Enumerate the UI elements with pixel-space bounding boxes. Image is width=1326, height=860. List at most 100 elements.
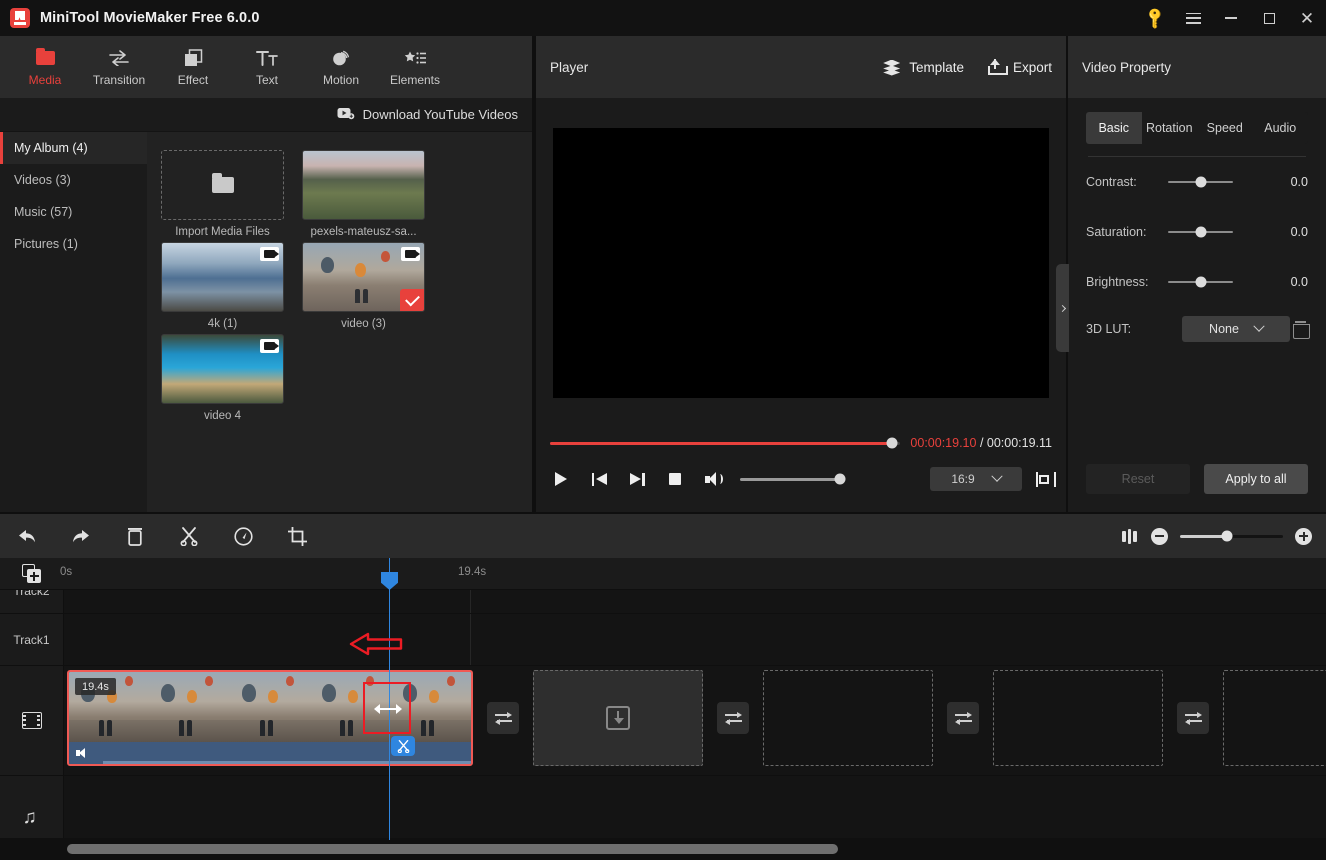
close-icon[interactable]: ✕ [1288,0,1326,36]
video-track-lane[interactable]: 19.4s [64,666,1326,775]
media-thumbnail[interactable] [161,242,284,312]
player-seekbar[interactable]: 00:00:19.10 / 00:00:19.11 [536,428,1066,458]
tab-speed[interactable]: Speed [1197,112,1253,144]
transition-slot-button[interactable] [947,702,979,734]
zoom-slider[interactable] [1180,535,1283,538]
sidebar-item-pictures[interactable]: Pictures (1) [0,228,147,260]
tab-transition[interactable]: Transition [82,36,156,98]
transition-slot-button[interactable] [717,702,749,734]
import-dropzone[interactable] [161,150,284,220]
panel-collapse-handle[interactable] [1056,264,1069,352]
track-row-track2[interactable]: Track2 [0,590,1326,614]
lut-select[interactable]: None [1182,316,1290,342]
tab-rotation[interactable]: Rotation [1142,112,1198,144]
import-media-tile[interactable]: Import Media Files [161,150,284,238]
undo-button[interactable] [0,514,54,558]
media-item-pexels[interactable]: pexels-mateusz-sa... [302,150,425,238]
track-row-video[interactable]: 19.4s [0,666,1326,776]
crop-button[interactable] [270,514,324,558]
play-button[interactable] [550,468,572,490]
add-track-button[interactable] [22,564,42,584]
volume-icon[interactable] [702,468,724,490]
track1-lane[interactable] [64,614,1326,665]
tab-speed-label: Speed [1207,121,1243,135]
media-placeholder-slot[interactable] [533,670,703,766]
track-row-track1[interactable]: Track1 [0,614,1326,666]
sidebar-item-my-album[interactable]: My Album (4) [0,132,147,164]
lut-delete-icon[interactable] [1293,321,1308,337]
reset-button[interactable]: Reset [1086,464,1190,494]
sidebar-item-label: My Album (4) [14,141,88,155]
export-button[interactable]: Export [988,59,1052,75]
media-placeholder-slot[interactable] [993,670,1163,766]
media-placeholder-slot[interactable] [763,670,933,766]
media-item-4k[interactable]: 4k (1) [161,242,284,330]
tab-basic[interactable]: Basic [1086,112,1142,144]
contrast-slider[interactable] [1168,181,1233,184]
split-marker-icon[interactable] [391,736,415,756]
media-placeholder-slot[interactable] [1223,670,1326,766]
maximize-icon[interactable] [1250,0,1288,36]
saturation-slider[interactable] [1168,231,1233,234]
transition-slot-button[interactable] [1177,702,1209,734]
media-thumbnail[interactable] [302,150,425,220]
sidebar-item-videos[interactable]: Videos (3) [0,164,147,196]
media-item-video3[interactable]: video (3) [302,242,425,330]
hamburger-menu-icon[interactable] [1174,0,1212,36]
tab-elements[interactable]: Elements [378,36,452,98]
previous-frame-button[interactable] [588,468,610,490]
tab-media[interactable]: Media [8,36,82,98]
zoom-in-button[interactable] [1295,528,1312,545]
split-button[interactable] [162,514,216,558]
seek-handle[interactable] [886,438,897,449]
volume-slider[interactable] [740,478,840,481]
timeline-rows: Track2 Track1 [0,590,1326,860]
slider-handle[interactable] [1195,227,1206,238]
tab-text[interactable]: Text [230,36,304,98]
track2-lane[interactable] [64,590,1326,613]
elements-icon [404,48,426,68]
slider-handle[interactable] [1195,177,1206,188]
template-button[interactable]: Template [883,60,964,75]
property-header: Video Property [1068,36,1326,98]
download-youtube-videos-button[interactable]: Download YouTube Videos [337,107,518,123]
media-thumbnail[interactable] [161,334,284,404]
media-thumbnail[interactable] [302,242,425,312]
selected-check-icon[interactable] [400,289,424,311]
zoom-out-button[interactable] [1151,528,1168,545]
reset-label: Reset [1122,472,1155,486]
clip-mute-icon[interactable] [76,748,90,759]
stop-button[interactable] [664,468,686,490]
brightness-slider[interactable] [1168,281,1233,284]
media-item-video4[interactable]: video 4 [161,334,284,422]
tab-effect[interactable]: Effect [156,36,230,98]
minimize-icon[interactable] [1212,0,1250,36]
timeline-scrollbar-thumb[interactable] [67,844,838,854]
contrast-value: 0.0 [1291,175,1308,189]
slider-handle[interactable] [1195,277,1206,288]
sidebar-item-music[interactable]: Music (57) [0,196,147,228]
speed-button[interactable] [216,514,270,558]
player-right-controls: 16:9 [930,467,1052,491]
aspect-ratio-value: 16:9 [951,472,974,486]
tab-audio[interactable]: Audio [1253,112,1309,144]
delete-button[interactable] [108,514,162,558]
aspect-ratio-select[interactable]: 16:9 [930,467,1022,491]
split-view-icon[interactable] [1122,529,1139,544]
volume-handle[interactable] [835,474,846,485]
key-icon[interactable]: 🔑 [1136,0,1174,36]
trash-icon [126,527,144,546]
seek-track[interactable] [550,442,900,445]
apply-to-all-button[interactable]: Apply to all [1204,464,1308,494]
zoom-handle[interactable] [1222,531,1233,542]
video-preview-canvas[interactable] [553,128,1049,398]
scissors-icon [180,527,198,546]
next-frame-button[interactable] [626,468,648,490]
transition-slot-button[interactable] [487,702,519,734]
redo-button[interactable] [54,514,108,558]
fullscreen-icon[interactable] [1036,472,1052,487]
clip-frame [230,672,310,742]
tab-motion[interactable]: Motion [304,36,378,98]
timeline-ruler[interactable]: 0s 19.4s [0,558,1326,590]
timeline-scrollbar[interactable] [0,838,1326,860]
